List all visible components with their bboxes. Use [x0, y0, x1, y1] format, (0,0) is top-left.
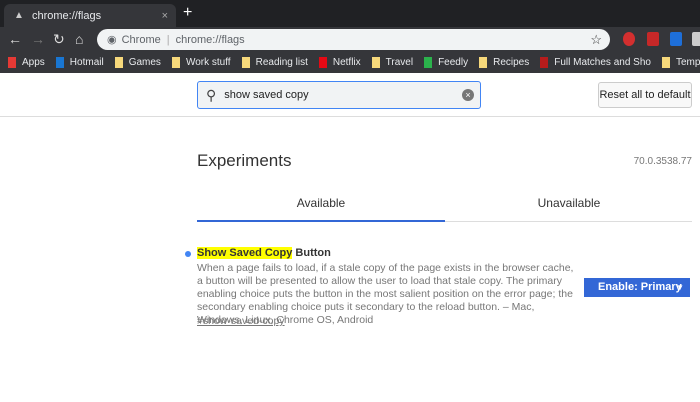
bookmark-item[interactable]: Netflix: [318, 57, 361, 68]
dropdown-arrow-icon: ▼: [676, 283, 684, 292]
search-input[interactable]: ⚲ show saved copy ×: [197, 81, 481, 109]
reload-icon[interactable]: ↻: [53, 31, 65, 48]
bookmark-item[interactable]: Work stuff: [171, 57, 231, 68]
toolbar: ← → ↻ ⌂ ◉ Chrome | chrome://flags ☆: [0, 27, 700, 52]
tabs: Available Unavailable: [197, 188, 692, 222]
folder-icon: [479, 57, 488, 68]
flag-select[interactable]: Enable: Primary ▼: [584, 278, 690, 297]
bookmark-label: Work stuff: [185, 57, 231, 68]
bookmark-label: Recipes: [493, 57, 530, 68]
bookmark-label: Games: [128, 57, 161, 68]
folder-icon: [241, 57, 250, 68]
modified-dot: [185, 251, 191, 257]
folder-icon: [114, 57, 123, 68]
bookmark-item[interactable]: Reading list: [241, 57, 308, 68]
extension-icon[interactable]: [692, 32, 700, 46]
apps-grid-icon: [8, 57, 16, 68]
flags-header: ⚲ show saved copy × Reset all to default: [0, 73, 700, 117]
home-icon[interactable]: ⌂: [75, 31, 83, 47]
bookmark-item[interactable]: Feedly: [424, 57, 468, 68]
netflix-icon: [318, 57, 327, 68]
folder-icon: [371, 57, 380, 68]
opera-extension-icon[interactable]: [623, 32, 635, 46]
bookmark-item[interactable]: Hotmail: [55, 57, 104, 68]
bookmark-label: Hotmail: [69, 57, 104, 68]
bookmark-label: Travel: [385, 57, 414, 68]
book-extension-icon[interactable]: [647, 32, 659, 46]
feedly-icon: [424, 57, 433, 68]
bookmark-label: Feedly: [438, 57, 469, 68]
flask-icon: ▲: [14, 10, 24, 21]
calendar-extension-icon[interactable]: [670, 32, 682, 46]
page-title: Experiments: [197, 151, 292, 170]
tab-available[interactable]: Available: [197, 188, 445, 222]
close-tab-icon[interactable]: ×: [162, 10, 168, 22]
flag-name-highlight: Show Saved Copy: [197, 247, 293, 259]
bookmark-label: Netflix: [332, 57, 361, 68]
outlook-icon: [55, 57, 64, 68]
flag-name: Show Saved Copy Button: [197, 247, 331, 259]
flag-link[interactable]: #show-saved-copy: [197, 315, 285, 327]
bookmark-item[interactable]: Apps: [8, 57, 45, 68]
flag-select-value: Enable: Primary: [598, 281, 682, 293]
chrome-icon: ◉: [107, 34, 117, 46]
tab-title: chrome://flags: [32, 9, 102, 22]
bookmarks-bar: Apps Hotmail Games Work stuff Reading list Ne…: [0, 52, 700, 73]
bookmark-item[interactable]: Full Matches and Sho: [540, 57, 651, 68]
folder-icon: [171, 57, 180, 68]
search-icon: ⚲: [206, 86, 217, 103]
site-label: Chrome: [121, 33, 161, 46]
bookmark-label: Apps: [22, 57, 45, 68]
folder-icon: [661, 57, 670, 68]
back-icon[interactable]: ←: [8, 31, 22, 47]
bookmark-item[interactable]: Travel: [371, 57, 414, 68]
bookmark-item[interactable]: Temps: [661, 57, 700, 68]
bookmark-item[interactable]: Games: [114, 57, 161, 68]
bookmark-star-icon[interactable]: ☆: [590, 32, 602, 48]
bookmark-label: Reading list: [255, 57, 308, 68]
url-text[interactable]: chrome://flags: [176, 34, 245, 46]
flag-name-rest: Button: [292, 247, 331, 259]
address-bar[interactable]: ◉ Chrome | chrome://flags ☆: [97, 29, 610, 50]
new-tab-button[interactable]: +: [183, 4, 192, 22]
tab-strip: ▲ chrome://flags × +: [0, 0, 700, 27]
bookmark-label: Full Matches and Sho: [554, 57, 651, 68]
search-value[interactable]: show saved copy: [224, 89, 308, 101]
tab-unavailable[interactable]: Unavailable: [445, 188, 693, 222]
version-label: 70.0.3538.77: [633, 156, 692, 167]
tab-flags[interactable]: ▲ chrome://flags ×: [4, 4, 176, 27]
clear-search-icon[interactable]: ×: [462, 89, 474, 101]
forward-icon[interactable]: →: [31, 31, 45, 47]
site-icon: [540, 57, 549, 68]
reset-all-button[interactable]: Reset all to default: [598, 82, 692, 108]
bookmark-item[interactable]: Recipes: [479, 57, 529, 68]
bookmark-label: Temps: [675, 57, 700, 68]
